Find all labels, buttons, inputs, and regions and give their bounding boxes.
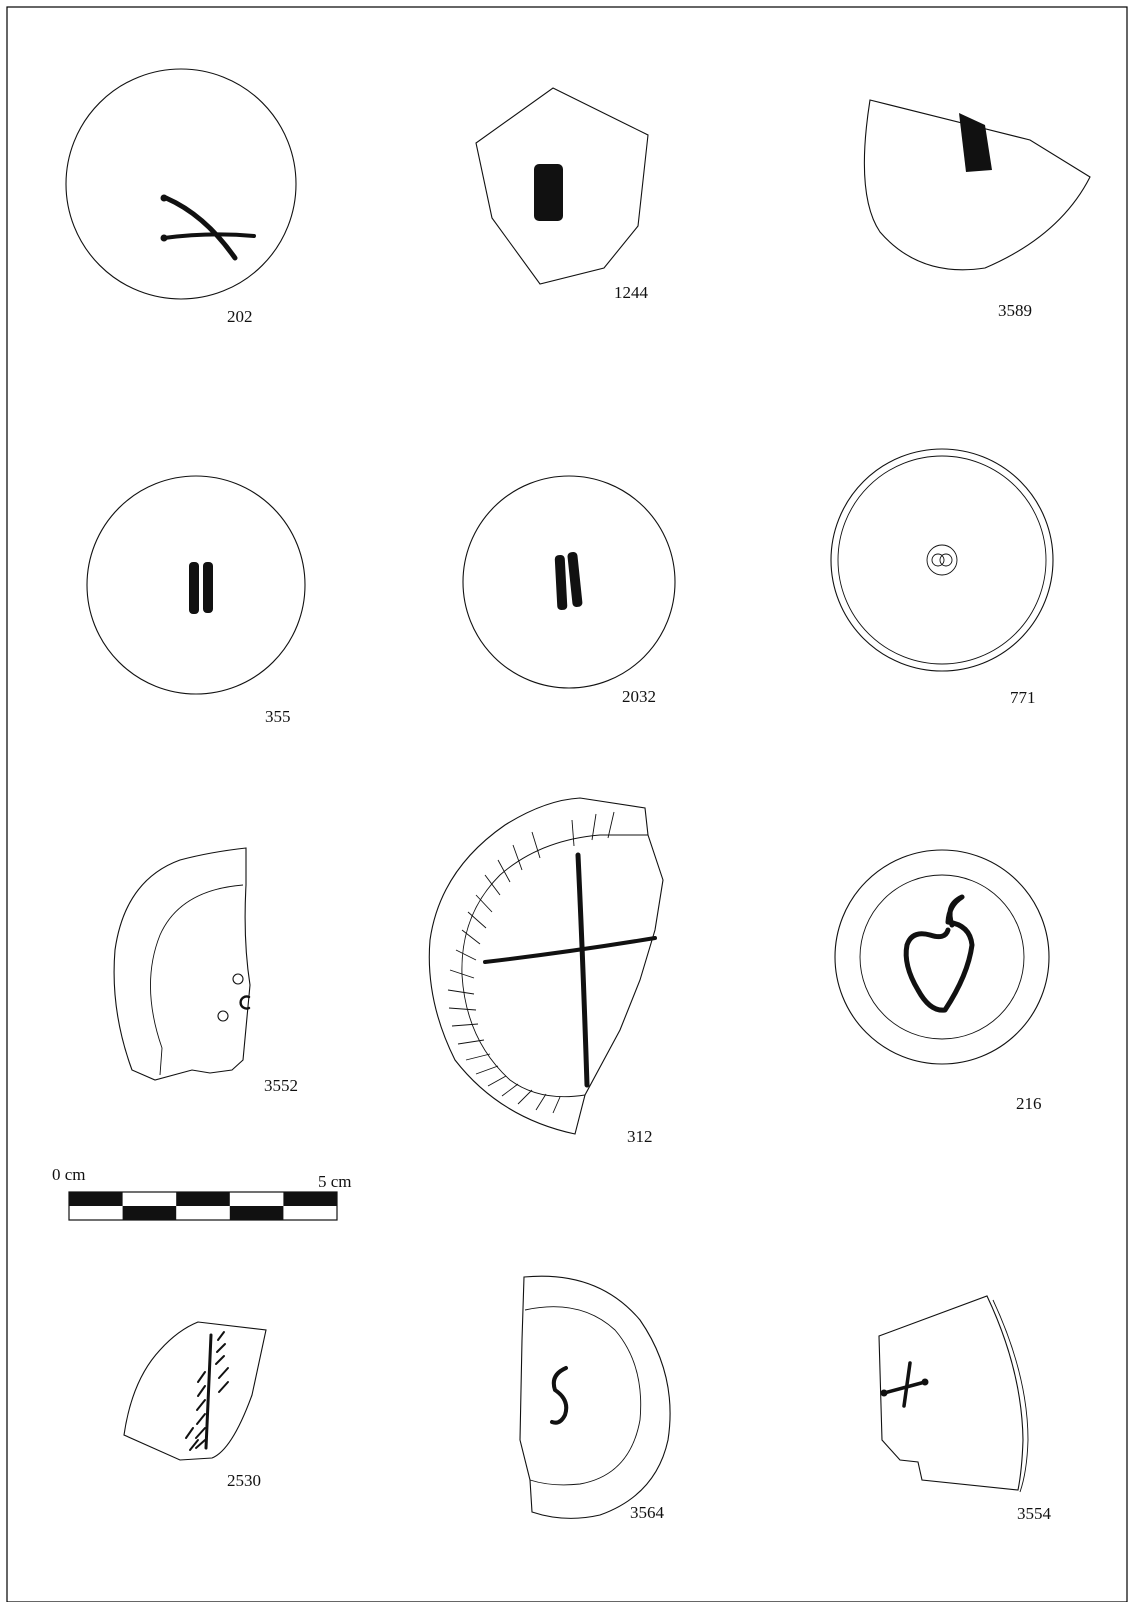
sherd-312: 312 bbox=[428, 797, 664, 1146]
s-motif bbox=[550, 1366, 569, 1425]
sherd-771: 771 bbox=[830, 448, 1054, 707]
scale-bar: 0 cm 5 cm bbox=[52, 1165, 352, 1221]
sherd-number: 3564 bbox=[630, 1503, 665, 1522]
inner-ring bbox=[859, 874, 1025, 1040]
mark-dot bbox=[921, 1378, 929, 1386]
incised-mark bbox=[162, 232, 256, 240]
scale-segment bbox=[283, 1192, 337, 1206]
sherd-outline bbox=[830, 448, 1054, 672]
sherd-outline bbox=[462, 475, 676, 689]
sherd-2530: 2530 bbox=[123, 1321, 267, 1490]
incised-spine bbox=[204, 1333, 213, 1450]
sherd-outline bbox=[878, 1295, 1024, 1491]
sherd-outline bbox=[428, 797, 664, 1135]
outer-rim bbox=[992, 1299, 1029, 1493]
sherd-number: 216 bbox=[1016, 1094, 1042, 1113]
incised-cross-vertical bbox=[575, 852, 590, 1088]
sherd-3589: 3589 bbox=[863, 99, 1091, 320]
inner-rim bbox=[461, 834, 648, 1098]
heart-motif bbox=[903, 894, 975, 1013]
sherd-number: 2530 bbox=[227, 1471, 261, 1490]
inner-rim bbox=[150, 884, 244, 1076]
scale-segment bbox=[176, 1192, 230, 1206]
sherd-number: 3554 bbox=[1017, 1504, 1052, 1523]
sherd-outline bbox=[834, 849, 1050, 1065]
sherd-3564: 3564 bbox=[519, 1275, 671, 1522]
stamp-ring bbox=[926, 544, 958, 576]
sherd-rim bbox=[837, 455, 1047, 665]
sherd-2032: 2032 bbox=[462, 475, 676, 706]
inner-rim bbox=[524, 1306, 642, 1486]
painted-stroke bbox=[554, 554, 568, 611]
sherd-number: 355 bbox=[265, 707, 291, 726]
stamp-circle bbox=[217, 1010, 229, 1022]
sherd-drawing-plate: 202 1244 3589 355 2032 771 3552 312 216 … bbox=[6, 6, 1128, 1602]
painted-mark bbox=[959, 113, 992, 172]
sherd-number: 771 bbox=[1010, 688, 1036, 707]
sherd-outline bbox=[123, 1321, 267, 1461]
scale-segment bbox=[229, 1206, 284, 1220]
sherd-216: 216 bbox=[834, 849, 1050, 1113]
sherd-outline bbox=[519, 1275, 671, 1519]
painted-stroke bbox=[189, 562, 199, 614]
scale-start-label: 0 cm bbox=[52, 1165, 86, 1184]
sherd-202: 202 bbox=[65, 68, 297, 326]
sherd-3554: 3554 bbox=[878, 1295, 1052, 1523]
sherd-number: 2032 bbox=[622, 687, 656, 706]
scale-segment bbox=[122, 1206, 177, 1220]
sherd-number: 3552 bbox=[264, 1076, 298, 1095]
page-frame bbox=[6, 6, 1128, 1602]
mark-dot bbox=[160, 234, 168, 242]
sherd-number: 3589 bbox=[998, 301, 1032, 320]
sherd-number: 202 bbox=[227, 307, 253, 326]
painted-stroke bbox=[203, 562, 213, 613]
scale-segment bbox=[69, 1192, 123, 1206]
sherd-1244: 1244 bbox=[475, 87, 649, 302]
sherd-355: 355 bbox=[86, 475, 306, 726]
sherd-number: 1244 bbox=[614, 283, 649, 302]
sherd-outline bbox=[113, 847, 251, 1081]
incised-mark bbox=[163, 195, 238, 261]
incised-cross-horizontal bbox=[483, 936, 657, 964]
painted-mark bbox=[534, 164, 563, 221]
sherd-number: 312 bbox=[627, 1127, 653, 1146]
painted-stroke bbox=[567, 552, 583, 607]
stamp-circle bbox=[232, 973, 244, 985]
mark-dot bbox=[880, 1389, 888, 1397]
scale-end-label: 5 cm bbox=[318, 1172, 352, 1191]
sherd-3552: 3552 bbox=[113, 847, 298, 1095]
stamp-ring bbox=[939, 553, 953, 567]
rim-ribs bbox=[447, 811, 615, 1114]
mark-dot bbox=[160, 194, 168, 202]
sherd-outline bbox=[65, 68, 297, 300]
